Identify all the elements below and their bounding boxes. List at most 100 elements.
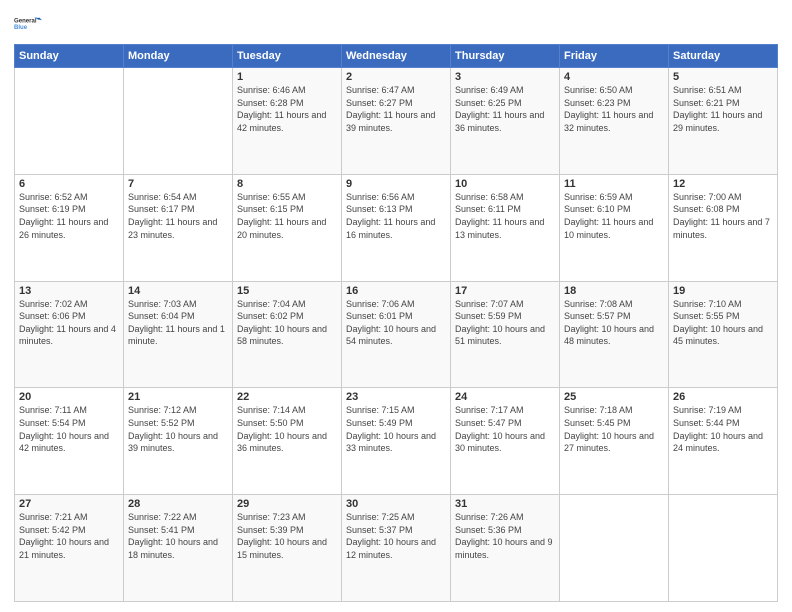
weekday-header-saturday: Saturday xyxy=(669,45,778,68)
day-info: Sunrise: 6:49 AM Sunset: 6:25 PM Dayligh… xyxy=(455,84,555,134)
weekday-header-wednesday: Wednesday xyxy=(342,45,451,68)
calendar-cell: 15Sunrise: 7:04 AM Sunset: 6:02 PM Dayli… xyxy=(233,281,342,388)
day-number: 22 xyxy=(237,391,337,403)
calendar-cell: 20Sunrise: 7:11 AM Sunset: 5:54 PM Dayli… xyxy=(15,388,124,495)
calendar-cell: 6Sunrise: 6:52 AM Sunset: 6:19 PM Daylig… xyxy=(15,174,124,281)
day-number: 17 xyxy=(455,285,555,297)
calendar-cell: 3Sunrise: 6:49 AM Sunset: 6:25 PM Daylig… xyxy=(451,68,560,175)
day-number: 7 xyxy=(128,178,228,190)
day-info: Sunrise: 6:50 AM Sunset: 6:23 PM Dayligh… xyxy=(564,84,664,134)
weekday-header-row: SundayMondayTuesdayWednesdayThursdayFrid… xyxy=(15,45,778,68)
day-number: 1 xyxy=(237,71,337,83)
calendar-cell: 9Sunrise: 6:56 AM Sunset: 6:13 PM Daylig… xyxy=(342,174,451,281)
day-info: Sunrise: 7:07 AM Sunset: 5:59 PM Dayligh… xyxy=(455,298,555,348)
calendar-cell: 29Sunrise: 7:23 AM Sunset: 5:39 PM Dayli… xyxy=(233,495,342,602)
day-info: Sunrise: 7:03 AM Sunset: 6:04 PM Dayligh… xyxy=(128,298,228,348)
calendar-cell xyxy=(15,68,124,175)
day-number: 14 xyxy=(128,285,228,297)
day-number: 26 xyxy=(673,391,773,403)
calendar-cell: 21Sunrise: 7:12 AM Sunset: 5:52 PM Dayli… xyxy=(124,388,233,495)
day-number: 27 xyxy=(19,498,119,510)
calendar-cell: 26Sunrise: 7:19 AM Sunset: 5:44 PM Dayli… xyxy=(669,388,778,495)
day-number: 25 xyxy=(564,391,664,403)
calendar-cell: 30Sunrise: 7:25 AM Sunset: 5:37 PM Dayli… xyxy=(342,495,451,602)
day-number: 16 xyxy=(346,285,446,297)
day-info: Sunrise: 6:52 AM Sunset: 6:19 PM Dayligh… xyxy=(19,191,119,241)
page: GeneralBlue SundayMondayTuesdayWednesday… xyxy=(0,0,792,612)
day-number: 12 xyxy=(673,178,773,190)
day-number: 30 xyxy=(346,498,446,510)
calendar-week-5: 27Sunrise: 7:21 AM Sunset: 5:42 PM Dayli… xyxy=(15,495,778,602)
day-number: 13 xyxy=(19,285,119,297)
calendar-week-2: 6Sunrise: 6:52 AM Sunset: 6:19 PM Daylig… xyxy=(15,174,778,281)
weekday-header-friday: Friday xyxy=(560,45,669,68)
calendar-cell: 2Sunrise: 6:47 AM Sunset: 6:27 PM Daylig… xyxy=(342,68,451,175)
day-info: Sunrise: 7:12 AM Sunset: 5:52 PM Dayligh… xyxy=(128,404,228,454)
calendar-cell: 22Sunrise: 7:14 AM Sunset: 5:50 PM Dayli… xyxy=(233,388,342,495)
weekday-header-sunday: Sunday xyxy=(15,45,124,68)
calendar-body: 1Sunrise: 6:46 AM Sunset: 6:28 PM Daylig… xyxy=(15,68,778,602)
logo-icon: GeneralBlue xyxy=(14,10,42,38)
calendar-week-4: 20Sunrise: 7:11 AM Sunset: 5:54 PM Dayli… xyxy=(15,388,778,495)
calendar-cell xyxy=(124,68,233,175)
day-number: 18 xyxy=(564,285,664,297)
calendar-cell xyxy=(560,495,669,602)
calendar-cell: 17Sunrise: 7:07 AM Sunset: 5:59 PM Dayli… xyxy=(451,281,560,388)
calendar-cell: 31Sunrise: 7:26 AM Sunset: 5:36 PM Dayli… xyxy=(451,495,560,602)
day-number: 9 xyxy=(346,178,446,190)
day-info: Sunrise: 6:55 AM Sunset: 6:15 PM Dayligh… xyxy=(237,191,337,241)
day-info: Sunrise: 6:56 AM Sunset: 6:13 PM Dayligh… xyxy=(346,191,446,241)
calendar-cell: 24Sunrise: 7:17 AM Sunset: 5:47 PM Dayli… xyxy=(451,388,560,495)
calendar-cell: 25Sunrise: 7:18 AM Sunset: 5:45 PM Dayli… xyxy=(560,388,669,495)
calendar-week-3: 13Sunrise: 7:02 AM Sunset: 6:06 PM Dayli… xyxy=(15,281,778,388)
day-number: 28 xyxy=(128,498,228,510)
calendar-table: SundayMondayTuesdayWednesdayThursdayFrid… xyxy=(14,44,778,602)
calendar-week-1: 1Sunrise: 6:46 AM Sunset: 6:28 PM Daylig… xyxy=(15,68,778,175)
day-info: Sunrise: 6:47 AM Sunset: 6:27 PM Dayligh… xyxy=(346,84,446,134)
calendar-cell: 14Sunrise: 7:03 AM Sunset: 6:04 PM Dayli… xyxy=(124,281,233,388)
day-info: Sunrise: 7:00 AM Sunset: 6:08 PM Dayligh… xyxy=(673,191,773,241)
calendar-cell: 19Sunrise: 7:10 AM Sunset: 5:55 PM Dayli… xyxy=(669,281,778,388)
day-number: 15 xyxy=(237,285,337,297)
day-info: Sunrise: 7:18 AM Sunset: 5:45 PM Dayligh… xyxy=(564,404,664,454)
day-info: Sunrise: 6:54 AM Sunset: 6:17 PM Dayligh… xyxy=(128,191,228,241)
weekday-header-tuesday: Tuesday xyxy=(233,45,342,68)
calendar-cell: 12Sunrise: 7:00 AM Sunset: 6:08 PM Dayli… xyxy=(669,174,778,281)
calendar-cell: 23Sunrise: 7:15 AM Sunset: 5:49 PM Dayli… xyxy=(342,388,451,495)
calendar-cell: 10Sunrise: 6:58 AM Sunset: 6:11 PM Dayli… xyxy=(451,174,560,281)
calendar-cell: 4Sunrise: 6:50 AM Sunset: 6:23 PM Daylig… xyxy=(560,68,669,175)
day-info: Sunrise: 7:19 AM Sunset: 5:44 PM Dayligh… xyxy=(673,404,773,454)
day-info: Sunrise: 7:22 AM Sunset: 5:41 PM Dayligh… xyxy=(128,511,228,561)
day-info: Sunrise: 7:15 AM Sunset: 5:49 PM Dayligh… xyxy=(346,404,446,454)
day-info: Sunrise: 7:26 AM Sunset: 5:36 PM Dayligh… xyxy=(455,511,555,561)
day-info: Sunrise: 7:06 AM Sunset: 6:01 PM Dayligh… xyxy=(346,298,446,348)
calendar-cell: 7Sunrise: 6:54 AM Sunset: 6:17 PM Daylig… xyxy=(124,174,233,281)
day-number: 23 xyxy=(346,391,446,403)
day-number: 19 xyxy=(673,285,773,297)
day-number: 20 xyxy=(19,391,119,403)
day-number: 5 xyxy=(673,71,773,83)
weekday-header-thursday: Thursday xyxy=(451,45,560,68)
day-info: Sunrise: 7:04 AM Sunset: 6:02 PM Dayligh… xyxy=(237,298,337,348)
day-number: 21 xyxy=(128,391,228,403)
day-info: Sunrise: 7:17 AM Sunset: 5:47 PM Dayligh… xyxy=(455,404,555,454)
calendar-cell xyxy=(669,495,778,602)
calendar-cell: 18Sunrise: 7:08 AM Sunset: 5:57 PM Dayli… xyxy=(560,281,669,388)
day-number: 29 xyxy=(237,498,337,510)
day-info: Sunrise: 7:02 AM Sunset: 6:06 PM Dayligh… xyxy=(19,298,119,348)
calendar-cell: 11Sunrise: 6:59 AM Sunset: 6:10 PM Dayli… xyxy=(560,174,669,281)
day-info: Sunrise: 6:51 AM Sunset: 6:21 PM Dayligh… xyxy=(673,84,773,134)
day-info: Sunrise: 7:08 AM Sunset: 5:57 PM Dayligh… xyxy=(564,298,664,348)
day-number: 31 xyxy=(455,498,555,510)
day-number: 24 xyxy=(455,391,555,403)
day-number: 6 xyxy=(19,178,119,190)
day-info: Sunrise: 7:14 AM Sunset: 5:50 PM Dayligh… xyxy=(237,404,337,454)
day-number: 2 xyxy=(346,71,446,83)
day-number: 11 xyxy=(564,178,664,190)
calendar-cell: 16Sunrise: 7:06 AM Sunset: 6:01 PM Dayli… xyxy=(342,281,451,388)
day-info: Sunrise: 6:58 AM Sunset: 6:11 PM Dayligh… xyxy=(455,191,555,241)
day-number: 3 xyxy=(455,71,555,83)
calendar-cell: 28Sunrise: 7:22 AM Sunset: 5:41 PM Dayli… xyxy=(124,495,233,602)
calendar-cell: 27Sunrise: 7:21 AM Sunset: 5:42 PM Dayli… xyxy=(15,495,124,602)
calendar-cell: 8Sunrise: 6:55 AM Sunset: 6:15 PM Daylig… xyxy=(233,174,342,281)
